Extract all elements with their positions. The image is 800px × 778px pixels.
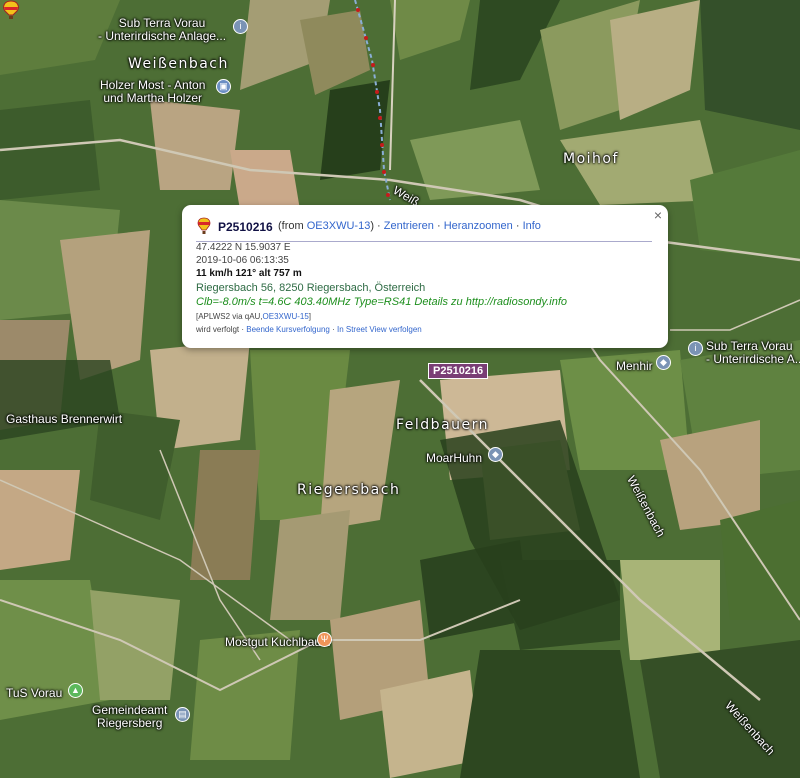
poi-sub-terra-vorau-east[interactable]: Sub Terra Vorau - Unterirdische A... <box>706 340 800 366</box>
area-label-weissenbach: Weißenbach <box>128 56 229 72</box>
poi-label-line2: - Unterirdische Anlage... <box>98 29 227 43</box>
path-suffix: ] <box>308 312 312 321</box>
area-label-riegersbach: Riegersbach <box>297 482 401 498</box>
separator: · <box>373 220 384 232</box>
area-label-feldbauern: Feldbauern <box>396 417 490 433</box>
popup-callsign[interactable]: P2510216 <box>218 220 273 234</box>
satellite-map[interactable]: Weißenbach Moihof Feldbauern Riegersbach… <box>0 0 800 778</box>
poi-tus-vorau[interactable]: TuS Vorau <box>6 687 62 700</box>
poi-label-line2: Riegersberg <box>97 716 163 730</box>
balloon-icon[interactable] <box>0 0 22 20</box>
position-coordinates: 47.4222 N 15.9037 E <box>196 242 291 253</box>
from-prefix: (from <box>278 220 307 232</box>
building-pin-icon[interactable]: ▤ <box>175 707 190 722</box>
food-pin-icon[interactable]: Ψ <box>317 632 332 647</box>
info-pin-icon[interactable]: i <box>233 19 248 34</box>
separator: · <box>433 220 444 232</box>
address: Riegersbach 56, 8250 Riegersbach, Österr… <box>196 282 426 294</box>
poi-mostgut-kuchlbauer[interactable]: Mostgut Kuchlbauer <box>225 636 332 649</box>
from-callsign-link[interactable]: OE3XWU-13 <box>307 220 371 232</box>
landmark-pin-icon[interactable]: ◆ <box>488 447 503 462</box>
poi-label-line2: - Unterirdische A... <box>706 352 800 366</box>
packet-path: [APLWS2 via qAU,OE3XWU-15] <box>196 312 311 321</box>
balloon-icon <box>197 217 211 234</box>
poi-menhir[interactable]: Menhir <box>616 360 653 373</box>
zoom-in-link[interactable]: Heranzoomen <box>444 220 513 232</box>
path-callsign-link[interactable]: OE3XWU-15 <box>263 312 309 321</box>
landmark-pin-icon[interactable]: ◆ <box>656 355 671 370</box>
info-pin-icon[interactable]: i <box>688 341 703 356</box>
path-prefix: [APLWS2 via qAU, <box>196 312 263 321</box>
popup-header: P2510216 (from OE3XWU-13) · Zentrieren ·… <box>196 217 652 242</box>
map-imagery <box>0 0 800 778</box>
shop-pin-icon[interactable]: ▣ <box>216 79 231 94</box>
poi-gasthaus-brennerwirt[interactable]: Gasthaus Brennerwirt <box>6 413 122 426</box>
followed-text: wird verfolgt <box>196 325 240 334</box>
poi-holzer-most[interactable]: Holzer Most - Anton und Martha Holzer <box>100 79 205 105</box>
comment: Clb=-8.0m/s t=4.6C 403.40MHz Type=RS41 D… <box>196 296 568 308</box>
timestamp: 2019-10-06 06:13:35 <box>196 255 289 266</box>
poi-sub-terra-vorau-north[interactable]: Sub Terra Vorau - Unterirdische Anlage..… <box>98 17 226 43</box>
separator: · <box>329 325 337 334</box>
street-view-link[interactable]: In Street View verfolgen <box>337 325 422 334</box>
area-label-moihof: Moihof <box>563 151 619 167</box>
stop-tracking-link[interactable]: Beende Kursverfolgung <box>246 325 330 334</box>
center-link[interactable]: Zentrieren <box>384 220 434 232</box>
station-info-popup: × P2510216 (from OE3XWU-13) · Zentrieren… <box>182 205 668 348</box>
info-link[interactable]: Info <box>523 220 541 232</box>
poi-gemeindeamt[interactable]: Gemeindeamt Riegersberg <box>92 704 167 730</box>
follow-status: wird verfolgt · Beende Kursverfolgung · … <box>196 325 422 334</box>
speed-altitude: 11 km/h 121° alt 757 m <box>196 268 302 279</box>
poi-moarhuhn[interactable]: MoarHuhn <box>426 452 482 465</box>
close-icon[interactable]: × <box>654 207 662 223</box>
separator: · <box>512 220 523 232</box>
park-pin-icon[interactable]: ▲ <box>68 683 83 698</box>
poi-label-line2: und Martha Holzer <box>103 91 203 105</box>
balloon-callsign-label[interactable]: P2510216 <box>428 363 489 379</box>
